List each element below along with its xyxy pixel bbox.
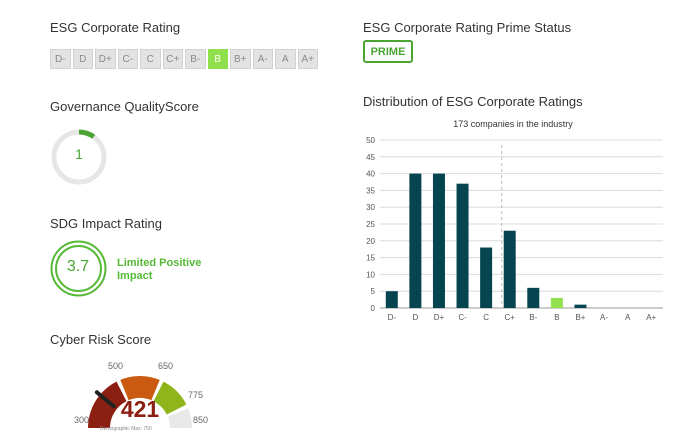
y-tick-label: 40: [366, 170, 375, 179]
x-tick-label: C+: [504, 313, 515, 322]
cyber-tick-850: 850: [193, 415, 209, 425]
cyber-tick-500: 500: [108, 361, 124, 371]
x-tick-label: A: [625, 313, 631, 322]
x-tick-label: A+: [646, 313, 656, 322]
y-tick-label: 35: [366, 186, 375, 195]
rating-grade-3: C-: [117, 49, 138, 69]
bar-D-: [385, 291, 398, 308]
bar-C+: [503, 230, 516, 308]
cyber-tick-775: 775: [188, 390, 204, 400]
x-tick-label: B+: [575, 313, 585, 322]
rating-grade-9: A-: [252, 49, 273, 69]
bar-B-: [527, 287, 540, 308]
rating-grade-2: D+: [95, 49, 116, 69]
y-tick-label: 0: [371, 304, 376, 313]
distribution-subtitle: 173 companies in the industry: [453, 119, 573, 129]
distribution-title: Distribution of ESG Corporate Ratings: [363, 94, 583, 109]
distribution-chart: 0 5 10 15 20 25 30 35 40 45 50 D- D D+ C- C C+ B- B B+ A- A A+: [366, 136, 663, 322]
y-tick-label: 25: [366, 220, 375, 229]
bar-D: [409, 173, 422, 308]
rating-grade-10: A: [275, 49, 296, 69]
rating-grade-7: B: [207, 49, 228, 69]
y-tick-label: 5: [371, 287, 376, 296]
governance-title: Governance QualityScore: [50, 99, 199, 114]
x-tick-label: D-: [388, 313, 397, 322]
bar-C-: [456, 183, 469, 308]
bar-C: [480, 247, 493, 308]
y-tick-label: 50: [366, 136, 375, 145]
sdg-title: SDG Impact Rating: [50, 216, 162, 231]
rating-grade-4: C: [140, 49, 161, 69]
cyber-title: Cyber Risk Score: [50, 332, 152, 347]
x-tick-label: D: [412, 313, 418, 322]
esg-rating-scale: D- D D+ C- C C+ B- B B+ A- A A+: [50, 49, 318, 69]
bar-D+: [432, 173, 445, 308]
x-tick-label: A-: [600, 313, 608, 322]
rating-grade-5: C+: [162, 49, 183, 69]
sdg-score: 3.7: [66, 258, 90, 275]
prime-badge: PRIME: [363, 40, 413, 63]
x-tick-label: D+: [434, 313, 445, 322]
governance-score: 1: [75, 146, 83, 162]
rating-grade-6: B-: [185, 49, 206, 69]
cyber-tick-650: 650: [158, 361, 174, 371]
y-tick-label: 45: [366, 153, 375, 162]
cyber-tick-300: 300: [74, 415, 90, 425]
y-tick-label: 20: [366, 237, 375, 246]
rating-grade-1: D: [72, 49, 93, 69]
rating-grade-8: B+: [230, 49, 251, 69]
sdg-impact-label: Limited Positive Impact: [117, 257, 202, 282]
bar-B: [550, 297, 563, 308]
y-tick-label: 30: [366, 203, 375, 212]
cyber-subtitle: Demographic Max: 750: [100, 426, 152, 432]
bar-B+: [574, 304, 587, 308]
esg-rating-title: ESG Corporate Rating: [50, 20, 181, 35]
x-tick-label: B-: [529, 313, 537, 322]
y-tick-label: 10: [366, 270, 375, 279]
y-tick-label: 15: [366, 254, 375, 263]
x-tick-label: C: [483, 313, 489, 322]
x-tick-label: C-: [458, 313, 467, 322]
rating-grade-0: D-: [50, 49, 71, 69]
cyber-score: 421: [120, 396, 160, 422]
rating-grade-11: A+: [297, 49, 318, 69]
prime-status-title: ESG Corporate Rating Prime Status: [363, 20, 572, 35]
x-tick-label: B: [554, 313, 559, 322]
